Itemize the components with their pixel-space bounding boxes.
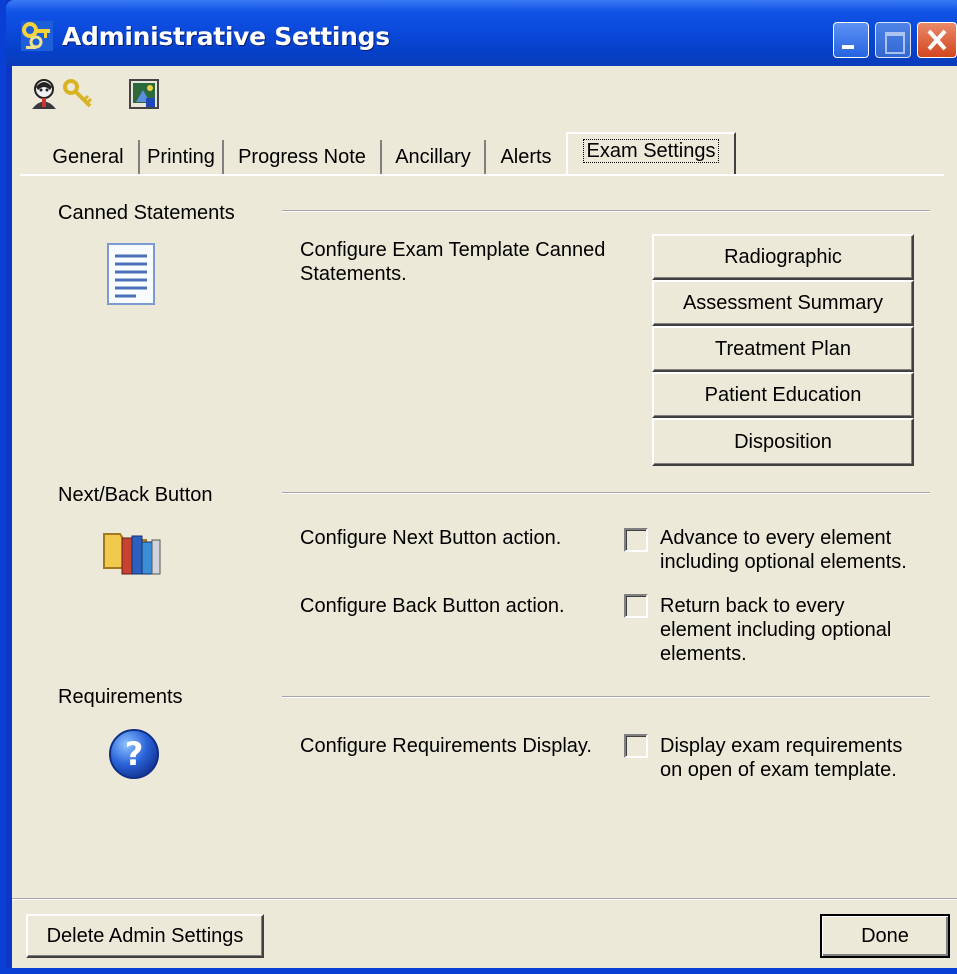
canned-description: Configure Exam Template Canned Statement… — [300, 239, 606, 285]
tab-alerts[interactable]: Alerts — [486, 140, 566, 174]
radiographic-button[interactable]: Radiographic — [652, 234, 914, 280]
canned-separator — [282, 210, 930, 212]
requirements-description: Configure Requirements Display. — [300, 735, 592, 757]
requirements-option-label: Display exam requirements on open of exa… — [660, 735, 903, 781]
tab-ancillary[interactable]: Ancillary — [382, 140, 486, 174]
delete-admin-settings-button[interactable]: Delete Admin Settings — [26, 914, 264, 958]
document-icon — [106, 242, 158, 311]
tab-strip: General Printing Progress Note Ancillary… — [20, 132, 950, 176]
close-button[interactable] — [917, 22, 957, 58]
back-checkbox[interactable] — [624, 594, 648, 618]
tab-general[interactable]: General — [38, 140, 140, 174]
tab-underline — [20, 174, 944, 176]
next-back-separator — [282, 492, 930, 494]
client-area: General Printing Progress Note Ancillary… — [12, 66, 957, 968]
next-checkbox[interactable] — [624, 528, 648, 552]
assessment-summary-button[interactable]: Assessment Summary — [652, 280, 914, 326]
window-title: Administrative Settings — [62, 22, 390, 51]
back-description: Configure Back Button action. — [300, 595, 565, 617]
toolbar — [12, 66, 957, 116]
minimize-button[interactable] — [833, 22, 869, 58]
tab-exam-settings[interactable]: Exam Settings — [566, 132, 736, 176]
requirements-checkbox[interactable] — [624, 734, 648, 758]
disposition-button[interactable]: Disposition — [652, 418, 914, 466]
help-icon: ? — [108, 728, 160, 785]
done-button[interactable]: Done — [820, 914, 950, 958]
next-back-label: Next/Back Button — [58, 484, 213, 506]
image-icon[interactable] — [128, 78, 160, 110]
back-option-label: Return back to every element including o… — [660, 595, 892, 665]
title-bar[interactable]: Administrative Settings — [6, 0, 957, 66]
key-icon[interactable] — [62, 78, 94, 110]
footer-separator — [12, 898, 957, 900]
maximize-button[interactable] — [875, 22, 911, 58]
requirements-label: Requirements — [58, 686, 183, 708]
next-option-label: Advance to every element including optio… — [660, 527, 907, 573]
requirements-separator — [282, 696, 930, 698]
next-description: Configure Next Button action. — [300, 527, 562, 549]
treatment-plan-button[interactable]: Treatment Plan — [652, 326, 914, 372]
canned-statements-label: Canned Statements — [58, 202, 235, 224]
user-icon[interactable] — [28, 78, 60, 110]
folder-books-icon — [102, 524, 164, 583]
admin-settings-window: Administrative Settings General Printing… — [0, 0, 957, 974]
keys-app-icon — [20, 20, 54, 52]
close-icon — [927, 29, 947, 51]
tab-progress-note[interactable]: Progress Note — [224, 140, 382, 174]
patient-education-button[interactable]: Patient Education — [652, 372, 914, 418]
svg-text:?: ? — [125, 735, 144, 773]
tab-printing[interactable]: Printing — [140, 140, 224, 174]
